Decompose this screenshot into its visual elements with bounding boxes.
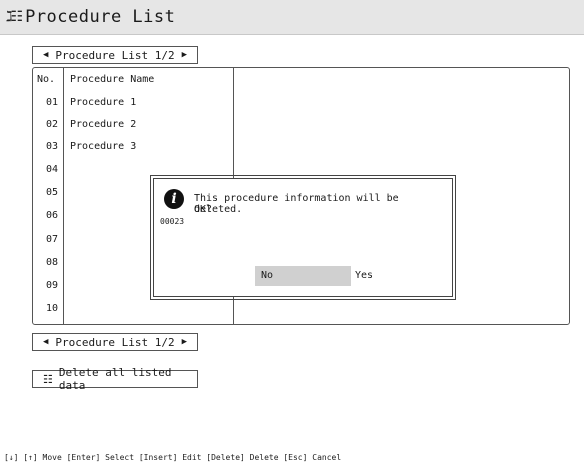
page-title: Procedure List [25, 7, 176, 27]
row-number: 07 [45, 234, 58, 245]
row-number: 08 [45, 257, 58, 268]
row-number: 03 [45, 141, 58, 152]
title-bar: ℷ☷ Procedure List [0, 0, 584, 35]
column-header-no: No. [37, 74, 56, 85]
delete-confirm-dialog: i This procedure information will be del… [150, 175, 456, 300]
list-icon: ☷ [43, 372, 53, 386]
next-page-button[interactable]: ▶ [182, 50, 187, 60]
prev-page-button[interactable]: ◀ [43, 50, 48, 60]
procedure-list-icon: ℷ☷ [6, 9, 23, 25]
table-row[interactable]: 10 [33, 303, 571, 325]
prev-page-button[interactable]: ◀ [43, 337, 48, 347]
info-icon: i [164, 189, 184, 209]
dialog-question: OK? [194, 204, 213, 215]
dialog-message: This procedure information will be delet… [194, 193, 399, 215]
procedure-name: Procedure 3 [70, 141, 137, 152]
row-number: 06 [45, 210, 58, 221]
next-page-button[interactable]: ▶ [182, 337, 187, 347]
pager-label: Procedure List 1/2 [55, 48, 175, 62]
row-number: 05 [45, 187, 58, 198]
delete-all-button[interactable]: ☷ Delete all listed data [32, 366, 198, 392]
pager-bottom: ◀ Procedure List 1/2 ▶ [32, 333, 198, 351]
key-help: [↓] [↑] Move [Enter] Select [Insert] Edi… [4, 453, 342, 462]
procedure-name: Procedure 1 [70, 97, 137, 108]
column-header-name: Procedure Name [70, 74, 155, 85]
yes-button[interactable]: Yes [353, 266, 413, 286]
table-row[interactable]: 02 Procedure 2 [33, 119, 571, 141]
table-row[interactable]: 03 Procedure 3 [33, 141, 571, 163]
row-number: 01 [45, 97, 58, 108]
no-button[interactable]: No [255, 266, 351, 286]
row-number: 04 [45, 164, 58, 175]
message-code: 00023 [160, 217, 185, 226]
table-row[interactable]: 01 Procedure 1 [33, 97, 571, 119]
delete-all-label: Delete all listed data [58, 366, 172, 392]
row-number: 10 [45, 303, 58, 314]
procedure-name: Procedure 2 [70, 119, 137, 130]
pager-top: ◀ Procedure List 1/2 ▶ [32, 46, 198, 64]
row-number: 09 [45, 280, 58, 291]
pager-label: Procedure List 1/2 [55, 335, 175, 349]
row-number: 02 [45, 119, 58, 130]
